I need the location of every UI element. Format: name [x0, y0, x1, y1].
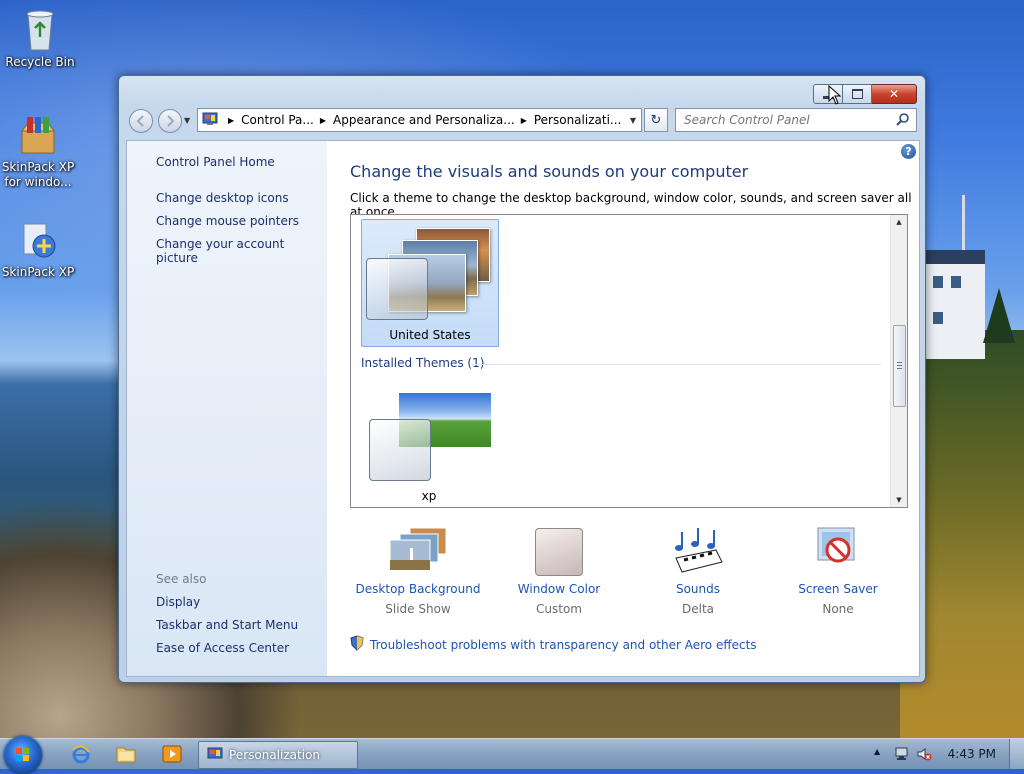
refresh-icon: ↻	[650, 112, 662, 128]
theme-thumbnail	[365, 385, 493, 485]
folder-icon[interactable]	[109, 742, 143, 766]
change-account-picture-link[interactable]: Change your account picture	[156, 237, 327, 265]
setting-value: Delta	[681, 602, 714, 616]
taskbar-button-label: Personalization	[229, 748, 320, 762]
navigation-bar: ▼ ▶ Control Pa... ▶ Appearance and Perso…	[129, 108, 917, 134]
screen-saver-icon	[808, 526, 868, 576]
shield-icon	[350, 635, 364, 654]
recent-pages-dropdown[interactable]: ▼	[184, 116, 190, 125]
task-pane: Control Panel Home Change desktop icons …	[127, 141, 327, 676]
window-color-icon	[529, 526, 589, 576]
internet-explorer-icon[interactable]	[64, 742, 98, 766]
breadcrumb-separator[interactable]: ▶	[521, 116, 527, 125]
maximize-icon	[851, 89, 863, 99]
theme-label: xp	[421, 489, 437, 503]
desktop-icon-label: SkinPack XP for windo...	[1, 160, 75, 189]
setting-value: Custom	[536, 602, 582, 616]
forward-arrow-icon	[167, 115, 175, 127]
installed-themes-header: Installed Themes (1)	[361, 356, 485, 370]
scroll-thumb[interactable]	[893, 325, 906, 407]
desktop-icon-skinpack-installer[interactable]: SkinPack XP	[0, 218, 78, 280]
refresh-button[interactable]: ↻	[644, 108, 668, 132]
desktop-icon-skinpack-archive[interactable]: SkinPack XP for windo...	[0, 113, 78, 190]
setting-title[interactable]: Desktop Background	[348, 582, 488, 596]
control-panel-icon	[202, 112, 218, 129]
back-arrow-icon	[136, 115, 144, 127]
ease-of-access-link[interactable]: Ease of Access Center	[156, 641, 289, 655]
desktop-icon-label: Recycle Bin	[5, 55, 75, 69]
search-icon[interactable]	[896, 112, 910, 129]
maximize-button[interactable]	[843, 84, 872, 104]
close-icon: ✕	[888, 87, 900, 101]
breadcrumb-personalization[interactable]: Personalizati...	[534, 113, 621, 127]
group-divider	[471, 364, 881, 365]
volume-muted-icon[interactable]	[916, 746, 932, 765]
page-title: Change the visuals and sounds on your co…	[350, 162, 749, 181]
start-button[interactable]	[4, 736, 42, 774]
troubleshoot-link-text[interactable]: Troubleshoot problems with transparency …	[370, 638, 757, 652]
help-icon[interactable]: ?	[901, 144, 916, 159]
desktop-background-setting[interactable]: Desktop Background Slide Show	[348, 526, 488, 616]
control-panel-home-link[interactable]: Control Panel Home	[156, 155, 275, 169]
theme-list-scrollbar[interactable]: ▲ ▼	[890, 215, 907, 507]
system-tray: ▲ 4:43 PM	[864, 739, 1024, 769]
media-player-icon[interactable]	[155, 742, 189, 766]
content-area: Control Panel Home Change desktop icons …	[126, 140, 920, 677]
window-color-setting[interactable]: Window Color Custom	[489, 526, 629, 616]
setting-value: Slide Show	[385, 602, 451, 616]
change-mouse-pointers-link[interactable]: Change mouse pointers	[156, 214, 299, 228]
address-bar[interactable]: ▶ Control Pa... ▶ Appearance and Persona…	[197, 108, 642, 132]
personalization-window: ✕ ▼ ▶ Control Pa... ▶ Appearance and Per…	[118, 75, 926, 683]
taskbar-start-menu-link[interactable]: Taskbar and Start Menu	[156, 618, 298, 632]
network-icon[interactable]	[894, 746, 910, 765]
theme-thumbnail	[366, 224, 494, 324]
scroll-up-icon[interactable]: ▲	[891, 215, 907, 229]
desktop-background-icon	[388, 526, 448, 576]
change-desktop-icons-link[interactable]: Change desktop icons	[156, 191, 289, 205]
theme-list: United States Installed Themes (1) xp ▲ …	[350, 214, 908, 508]
search-input[interactable]	[682, 109, 886, 131]
desktop-icon-label: SkinPack XP	[1, 265, 75, 279]
screen-saver-setting[interactable]: Screen Saver None	[768, 526, 908, 616]
setting-value: None	[822, 602, 854, 616]
close-button[interactable]: ✕	[872, 84, 917, 104]
troubleshoot-link[interactable]: Troubleshoot problems with transparency …	[350, 635, 757, 654]
desktop-icon-recycle-bin[interactable]: Recycle Bin	[0, 8, 80, 70]
display-link[interactable]: Display	[156, 595, 200, 609]
forward-button[interactable]	[158, 109, 182, 133]
search-box	[675, 108, 917, 132]
windows-logo-icon	[16, 748, 29, 761]
clock[interactable]: 4:43 PM	[948, 747, 996, 761]
theme-united-states[interactable]: United States	[361, 219, 499, 347]
breadcrumb-separator[interactable]: ▶	[228, 116, 234, 125]
see-also-label: See also	[156, 572, 207, 586]
setting-title[interactable]: Sounds	[628, 582, 768, 596]
show-hidden-icons-icon[interactable]: ▲	[874, 747, 880, 756]
theme-xp[interactable]: xp	[361, 381, 497, 507]
mouse-cursor-icon	[828, 85, 842, 105]
control-panel-icon	[207, 747, 223, 764]
wallpaper-house	[925, 250, 985, 359]
sounds-setting[interactable]: Sounds Delta	[628, 526, 768, 616]
breadcrumb-appearance[interactable]: Appearance and Personaliza...	[333, 113, 515, 127]
breadcrumb-separator[interactable]: ▶	[320, 116, 326, 125]
show-desktop-button[interactable]	[1009, 739, 1024, 769]
installer-icon	[18, 218, 58, 262]
back-button[interactable]	[129, 109, 153, 133]
setting-title[interactable]: Window Color	[489, 582, 629, 596]
taskbar-button-personalization[interactable]: Personalization	[198, 741, 358, 769]
breadcrumb-control-panel[interactable]: Control Pa...	[241, 113, 314, 127]
address-dropdown-icon[interactable]: ▼	[630, 116, 636, 125]
setting-title[interactable]: Screen Saver	[768, 582, 908, 596]
recycle-bin-icon	[20, 8, 60, 52]
wallpaper-tree	[983, 288, 1015, 343]
taskbar: Personalization ▲ 4:43 PM	[0, 736, 1024, 774]
package-icon	[18, 113, 58, 157]
theme-label: United States	[389, 328, 471, 342]
sounds-icon	[668, 526, 728, 576]
scroll-down-icon[interactable]: ▼	[891, 493, 907, 507]
